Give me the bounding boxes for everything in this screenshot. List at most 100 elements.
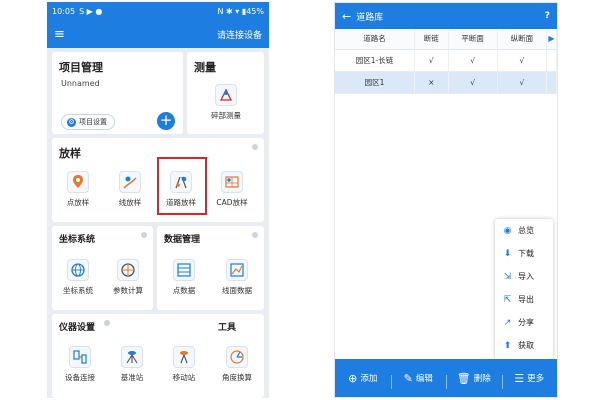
road-library-titlebar: ← 道路库 ? bbox=[335, 3, 557, 29]
device-connect-tool[interactable]: 设备连接 bbox=[56, 346, 104, 383]
road-stakeout-highlight bbox=[157, 157, 207, 215]
tool-label: 坐标系统 bbox=[63, 286, 93, 295]
tool-label: 设备连接 bbox=[65, 373, 95, 382]
card-menu-dot[interactable] bbox=[141, 232, 147, 238]
trash-icon: 🗑 bbox=[456, 371, 471, 385]
scroll-right-icon[interactable]: ▶ bbox=[546, 29, 557, 50]
coord-system-tool[interactable]: 坐标系统 bbox=[54, 259, 102, 296]
road-library-screen: ← 道路库 ? 道路名 断链 平断面 纵断面 ▶ 园区1-长链 √ √ √ 园区… bbox=[334, 2, 558, 398]
tool-label: CAD放样 bbox=[216, 198, 248, 207]
point-data-tool[interactable]: 点数据 bbox=[160, 259, 208, 296]
menu-item-label: 下载 bbox=[518, 249, 534, 258]
share-icon: ↗ bbox=[503, 317, 512, 328]
road-table: 道路名 断链 平断面 纵断面 ▶ 园区1-长链 √ √ √ 园区1 × √ √ bbox=[335, 29, 557, 94]
status-time: 10:05 bbox=[52, 6, 76, 16]
pencil-icon: ✎ bbox=[403, 371, 413, 385]
column-header[interactable]: 纵断面 bbox=[497, 29, 548, 50]
page-title: 道路库 bbox=[356, 12, 384, 23]
cad-stakeout-icon bbox=[221, 171, 243, 193]
tools-card-title: 工具 bbox=[218, 323, 237, 333]
angle-convert-icon bbox=[226, 346, 248, 368]
tool-label: 基准站 bbox=[120, 373, 144, 382]
project-settings-label: 项目设置 bbox=[79, 118, 107, 126]
point-stakeout-tool[interactable]: 点放样 bbox=[54, 171, 102, 208]
road-name-cell: 园区1 bbox=[335, 71, 416, 94]
param-calc-tool[interactable]: 参数计算 bbox=[104, 259, 152, 296]
table-cell: √ bbox=[414, 49, 449, 72]
card-menu-dot[interactable] bbox=[104, 320, 110, 326]
column-header[interactable]: 平断面 bbox=[448, 29, 498, 50]
tool-label: 参数计算 bbox=[113, 286, 143, 295]
rover-tool[interactable]: 移动站 bbox=[160, 346, 208, 383]
table-cell: √ bbox=[448, 71, 498, 94]
base-station-tool[interactable]: 基准站 bbox=[108, 346, 156, 383]
eye-icon: ◉ bbox=[503, 225, 512, 236]
project-settings-button[interactable]: ⚙ 项目设置 bbox=[61, 114, 115, 130]
export-icon: ⇱ bbox=[503, 294, 512, 305]
line-stakeout-tool[interactable]: 线放样 bbox=[106, 171, 154, 208]
point-stakeout-icon bbox=[67, 171, 89, 193]
plus-icon[interactable]: + bbox=[157, 112, 175, 130]
coord-card: 坐标系统 坐标系统 参数计算 bbox=[52, 226, 153, 310]
menu-item-label: 获取 bbox=[518, 341, 534, 350]
menu-item-download[interactable]: ⬇ 下载 bbox=[495, 242, 553, 265]
status-bar: 10:05 S ▶ ● N ✱ ▾ ▮45% bbox=[47, 2, 269, 20]
more-popup-menu: ◉ 总览 ⬇ 下载 ⇲ 导入 ⇱ 导出 ↗ 分享 ⬆ 获取 bbox=[495, 219, 553, 359]
detail-survey-label: 碎部测量 bbox=[211, 111, 241, 120]
table-row[interactable]: 园区1-长链 √ √ √ bbox=[335, 49, 557, 72]
point-data-icon bbox=[173, 259, 195, 281]
card-menu-dot[interactable] bbox=[252, 232, 258, 238]
back-arrow-icon[interactable]: ← bbox=[342, 10, 351, 23]
table-cell: √ bbox=[497, 49, 548, 72]
line-area-data-tool[interactable]: 线面数据 bbox=[213, 259, 261, 296]
fetch-icon: ⬆ bbox=[503, 340, 512, 351]
status-right: N ✱ ▾ ▮45% bbox=[217, 6, 264, 16]
delete-label: 删除 bbox=[473, 374, 491, 384]
home-screen: 10:05 S ▶ ● N ✱ ▾ ▮45% ≡ 请连接设备 项目管理 Unna… bbox=[47, 2, 269, 398]
project-card-title: 项目管理 bbox=[59, 61, 103, 74]
help-button[interactable]: ? bbox=[545, 11, 550, 21]
cad-stakeout-tool[interactable]: CAD放样 bbox=[208, 171, 256, 208]
instrument-card-title: 仪器设置 bbox=[59, 323, 96, 333]
table-cell: √ bbox=[497, 71, 548, 94]
menu-item-label: 总览 bbox=[518, 226, 534, 235]
table-row-selected[interactable]: 园区1 × √ √ bbox=[335, 71, 557, 94]
globe-icon bbox=[67, 259, 89, 281]
menu-item-fetch[interactable]: ⬆ 获取 bbox=[495, 334, 553, 357]
column-header[interactable]: 断链 bbox=[414, 29, 449, 50]
menu-item-import[interactable]: ⇲ 导入 bbox=[495, 265, 553, 288]
line-stakeout-icon bbox=[119, 171, 141, 193]
tool-label: 点数据 bbox=[172, 286, 196, 295]
delete-button[interactable]: 🗑 删除 bbox=[446, 371, 502, 389]
device-connect-icon bbox=[69, 346, 91, 368]
angle-convert-tool[interactable]: 角度换算 bbox=[213, 346, 261, 383]
tool-label: 线放样 bbox=[118, 198, 142, 207]
add-button[interactable]: ⊕ 添加 bbox=[335, 372, 391, 385]
table-cell: × bbox=[414, 71, 449, 94]
survey-card-title: 测量 bbox=[194, 61, 216, 74]
menu-item-share[interactable]: ↗ 分享 bbox=[495, 311, 553, 334]
edit-button[interactable]: ✎ 编辑 bbox=[390, 371, 447, 389]
menu-item-export[interactable]: ⇱ 导出 bbox=[495, 288, 553, 311]
add-circle-icon: ⊕ bbox=[348, 371, 358, 385]
app-bar: ≡ 请连接设备 bbox=[47, 20, 269, 48]
menu-item-label: 导出 bbox=[518, 295, 534, 304]
data-card-title: 数据管理 bbox=[164, 235, 201, 245]
menu-item-overview[interactable]: ◉ 总览 bbox=[495, 219, 553, 242]
stakeout-card-title: 放样 bbox=[59, 147, 81, 160]
import-icon: ⇲ bbox=[503, 271, 512, 282]
more-button[interactable]: ☰ 更多 bbox=[501, 372, 558, 389]
status-icons: S ▶ ● bbox=[79, 6, 103, 16]
detail-survey-tool[interactable]: 碎部测量 bbox=[202, 84, 250, 121]
tool-label: 线面数据 bbox=[222, 286, 252, 295]
card-menu-dot[interactable] bbox=[252, 144, 258, 150]
column-header[interactable]: 道路名 bbox=[335, 29, 416, 50]
table-header-row: 道路名 断链 平断面 纵断面 ▶ bbox=[335, 29, 557, 50]
survey-card: 测量 碎部测量 bbox=[187, 52, 264, 134]
menu-item-label: 分享 bbox=[518, 318, 534, 327]
tool-label: 点放样 bbox=[66, 198, 90, 207]
tool-label: 角度换算 bbox=[222, 373, 252, 382]
connect-device-button[interactable]: 请连接设备 bbox=[217, 28, 262, 41]
project-card: 项目管理 Unnamed ⚙ 项目设置 + bbox=[52, 52, 183, 134]
hamburger-icon[interactable]: ≡ bbox=[54, 28, 65, 41]
